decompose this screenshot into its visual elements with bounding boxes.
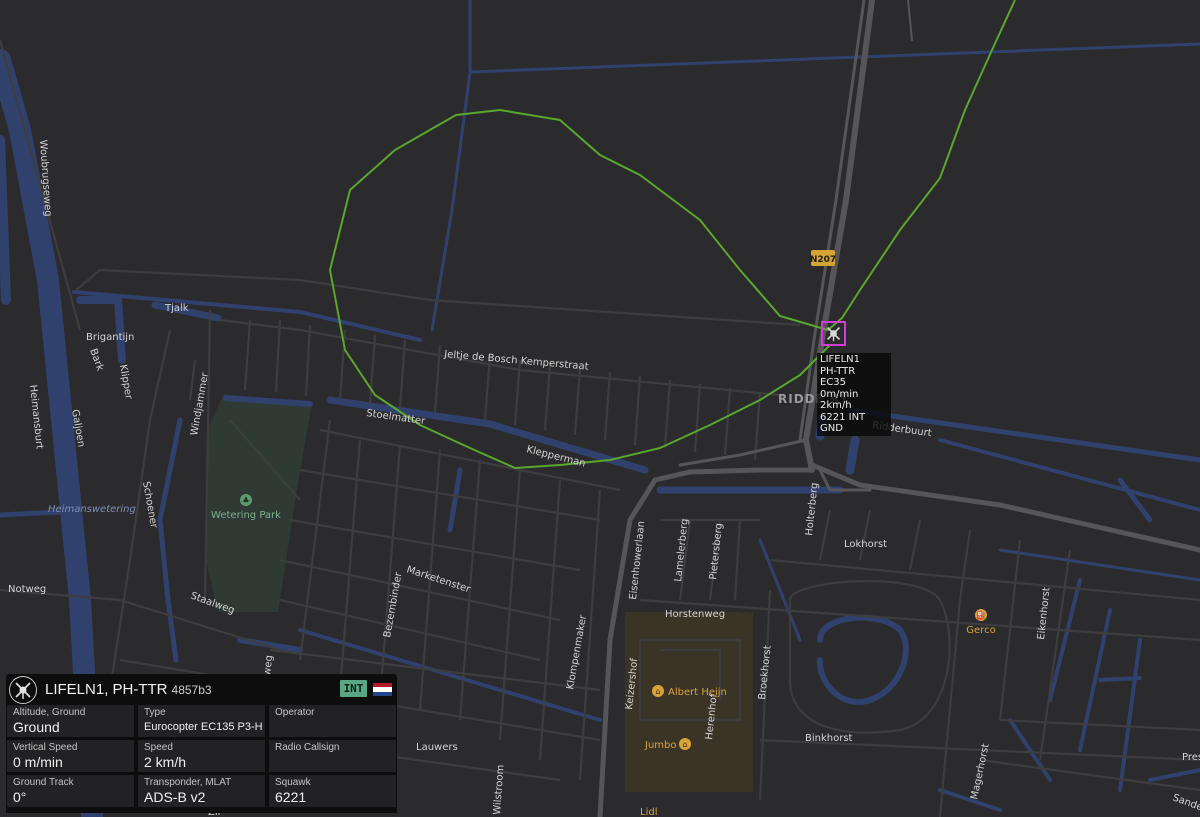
vertical-speed-label: Vertical Speed [13,742,78,753]
street-label-binkhorst: Binkhorst [805,733,853,744]
speed-cell: Speed 2 km/h [138,740,265,772]
ground-track-cell: Ground Track 0° [7,775,134,807]
svg-text:N207: N207 [810,255,836,265]
operator-cell: Operator [269,705,396,737]
tag-vertical-speed: 0m/min [820,388,859,400]
squawk-cell: Squawk 6221 [269,775,396,807]
street-label-pres: Pres [1182,752,1200,763]
altitude-label: Altitude, Ground [13,707,86,718]
tag-squawk-status: 6221 INT GND [820,411,866,435]
type-value: Eurocopter EC135 P3-H [144,721,263,733]
netherlands-flag-icon [373,683,392,696]
street-label-notweg: Notweg [8,584,46,595]
svg-text:Albert Heijn: Albert Heijn [668,687,727,698]
street-label-lauwers: Lauwers [416,742,458,753]
vertical-speed-value: 0 m/min [13,754,63,770]
icao-hex: 4857b3 [171,682,212,697]
road-shield-n207: N207 [810,250,836,266]
speed-value: 2 km/h [144,754,187,770]
street-label-tjalk: Tjalk [164,303,189,314]
operator-label: Operator [275,707,315,718]
svg-text:Wetering Park: Wetering Park [211,510,281,521]
transponder-label: Transponder, MLAT [144,777,232,788]
svg-text:Gerco: Gerco [966,625,995,636]
aircraft-info-panel[interactable]: LIFELN1, PH-TTR 4857b3 INT Altitude, Gro… [6,674,397,813]
svg-text:⌂: ⌂ [655,687,660,696]
panel-header: LIFELN1, PH-TTR 4857b3 [6,674,397,705]
altitude-value: Ground [13,719,60,735]
int-badge: INT [340,680,367,697]
poi-label-lidl: Lidl [640,807,657,817]
squawk-value: 6221 [275,789,307,805]
svg-text:⛽: ⛽ [976,610,986,620]
street-label-brigantijn: Brigantijn [86,332,134,343]
callsign-registration: LIFELN1, PH-TTR [45,681,168,698]
type-cell: Type Eurocopter EC135 P3-H [138,705,265,737]
altitude-cell: Altitude, Ground Ground [7,705,134,737]
poi-jumbo[interactable]: ⌂ Jumbo [644,738,691,751]
speed-label: Speed [144,742,173,753]
type-label: Type [144,707,166,718]
svg-text:♣: ♣ [242,496,249,505]
tag-registration: PH-TTR [820,365,856,377]
tag-type: EC35 [820,377,847,388]
helicopter-icon [9,675,37,704]
street-label-horstenweg: Horstenweg [665,609,725,620]
water-label: Heimanswetering [48,504,136,515]
tag-callsign: LIFELN1 [820,354,861,365]
transponder-value: ADS-B v2 [144,789,206,805]
aircraft-marker[interactable] [821,321,846,346]
radio-callsign-cell: Radio Callsign [269,740,396,772]
ground-track-value: 0° [13,789,27,805]
svg-text:⌂: ⌂ [682,740,687,749]
tag-speed: 2km/h [820,400,852,411]
vertical-speed-cell: Vertical Speed 0 m/min [7,740,134,772]
helicopter-icon [826,326,841,342]
ground-track-label: Ground Track [13,777,74,788]
radio-callsign-label: Radio Callsign [275,742,340,753]
squawk-label: Squawk [275,777,311,788]
transponder-cell: Transponder, MLAT ADS-B v2 [138,775,265,807]
street-label-lokhorst: Lokhorst [844,539,887,550]
aircraft-label[interactable]: LIFELN1 PH-TTR EC35 0m/min 2km/h 6221 IN… [817,353,891,436]
svg-text:Jumbo: Jumbo [644,740,677,751]
